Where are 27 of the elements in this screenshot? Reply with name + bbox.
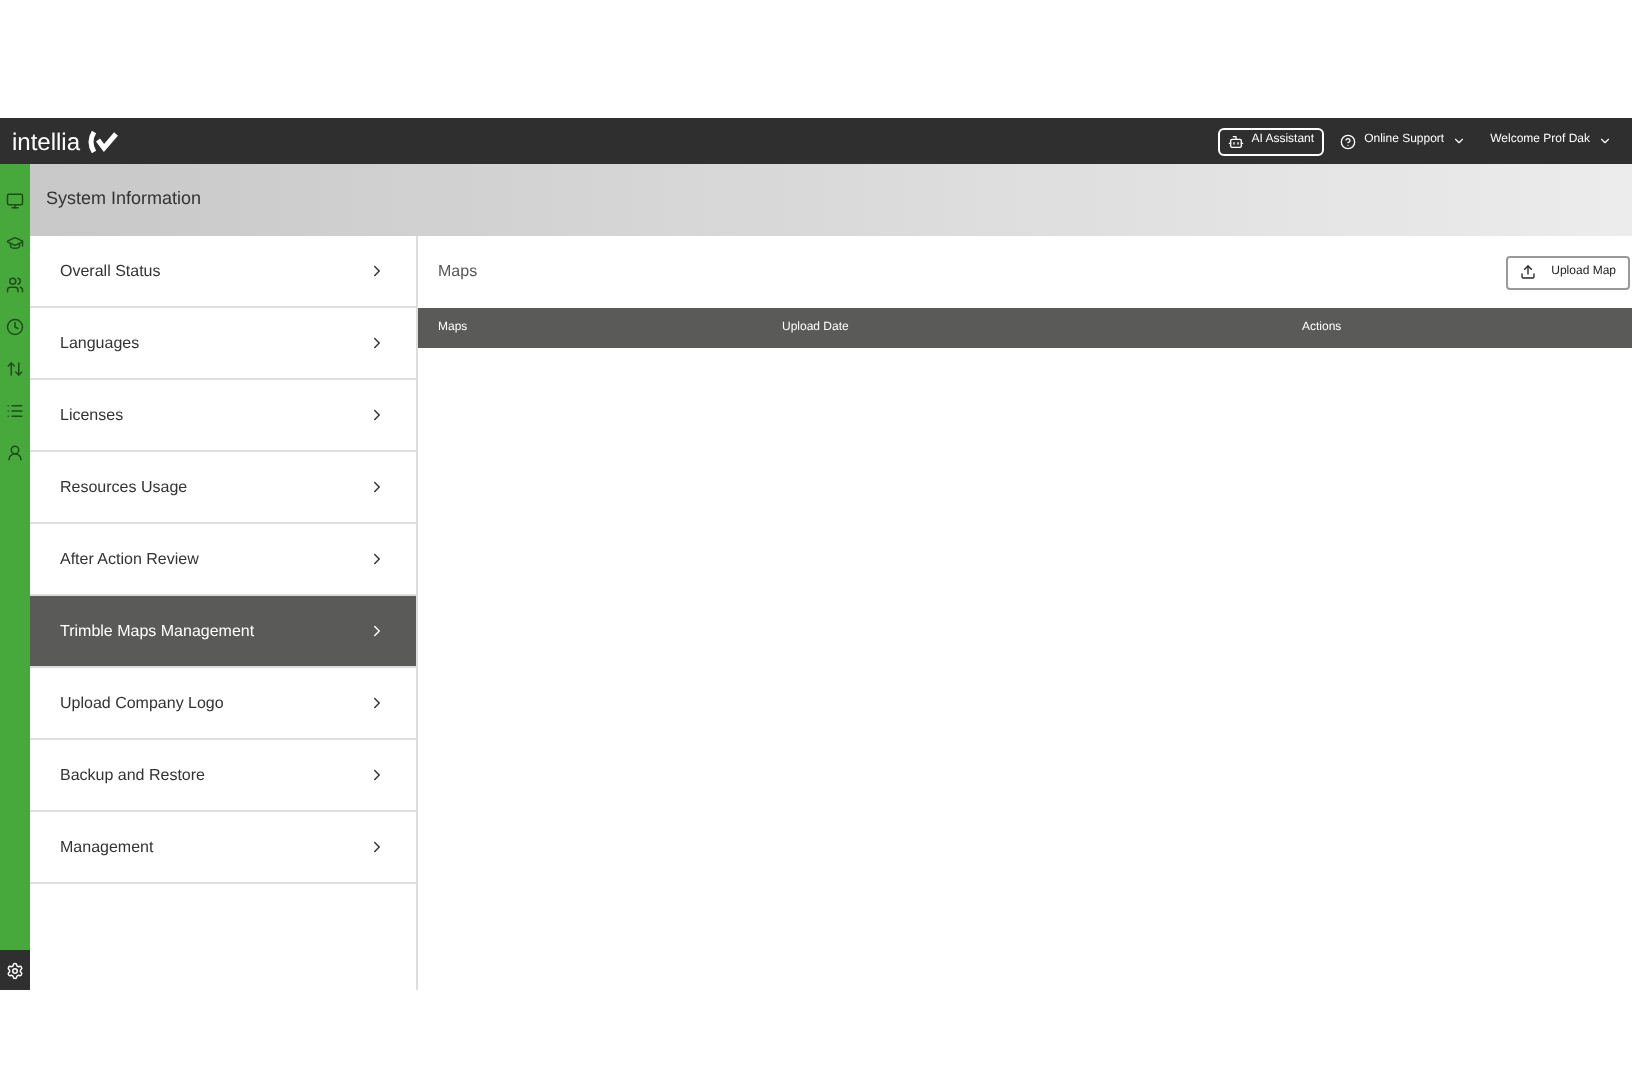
monitor-icon[interactable]	[6, 192, 24, 210]
chevron-right-icon	[368, 694, 386, 712]
chevron-right-icon	[368, 334, 386, 352]
settings-icon[interactable]	[6, 961, 24, 979]
chevron-right-icon	[368, 478, 386, 496]
panel-title: Maps	[438, 260, 478, 284]
chevron-right-icon	[368, 766, 386, 784]
list-icon[interactable]	[6, 402, 24, 420]
menu-item[interactable]: Trimble Maps Management	[30, 596, 416, 668]
chevron-down-icon	[1598, 134, 1612, 148]
chevron-right-icon	[368, 262, 386, 280]
cap-icon[interactable]	[6, 234, 24, 252]
chevron-right-icon	[368, 838, 386, 856]
chevron-right-icon	[368, 622, 386, 640]
clock-icon[interactable]	[6, 318, 24, 336]
logo: intellia	[12, 125, 81, 159]
chevron-right-icon	[368, 406, 386, 424]
page-title: System Information	[46, 186, 202, 213]
help-icon	[1340, 133, 1357, 149]
user-icon[interactable]	[6, 444, 24, 462]
chevron-down-icon	[1452, 134, 1467, 148]
chevron-right-icon	[368, 550, 386, 568]
arrows-icon[interactable]	[6, 360, 24, 378]
people-icon[interactable]	[6, 276, 24, 294]
robot-icon	[1227, 133, 1244, 149]
upload-icon	[1519, 264, 1536, 280]
check-logo-icon	[88, 129, 121, 153]
